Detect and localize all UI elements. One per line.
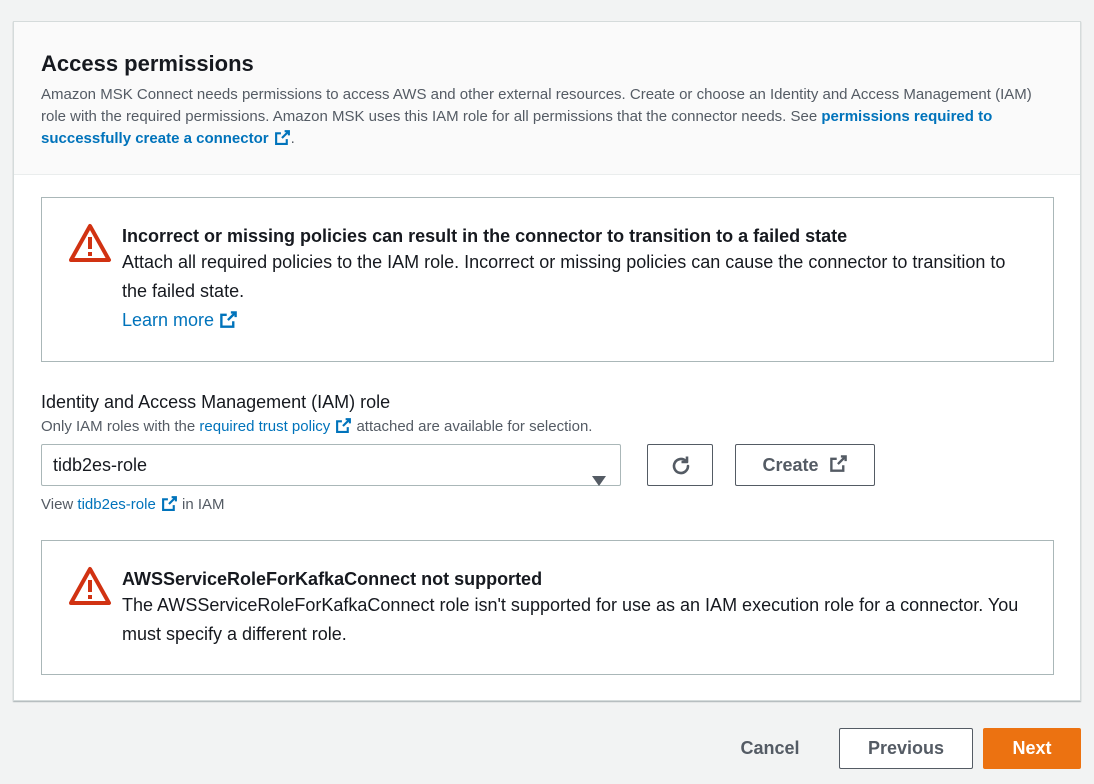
view-role-help: View tidb2es-role in IAM: [41, 494, 225, 519]
external-link-icon: [274, 129, 291, 153]
refresh-button[interactable]: [647, 444, 713, 486]
external-link-icon: [161, 495, 178, 519]
learn-more-link[interactable]: Learn more: [122, 306, 238, 338]
external-link-icon: [219, 309, 238, 338]
policies-alert-title: Incorrect or missing policies can result…: [122, 226, 848, 246]
service-role-alert-body: AWSServiceRoleForKafkaConnect not suppor…: [122, 567, 1033, 649]
panel-title: Access permissions: [41, 51, 254, 76]
view-role-suffix: in IAM: [181, 496, 225, 513]
policies-warning-alert: Incorrect or missing policies can result…: [41, 197, 1054, 362]
service-role-warning-alert: AWSServiceRoleForKafkaConnect not suppor…: [41, 540, 1054, 675]
iam-role-description: Only IAM roles with the required trust p…: [41, 416, 1041, 441]
view-role-link-label: tidb2es-role: [77, 496, 156, 513]
iam-role-field: Identity and Access Management (IAM) rol…: [41, 390, 1041, 513]
previous-button[interactable]: Previous: [839, 728, 973, 769]
trust-policy-link-label: required trust policy: [199, 418, 331, 435]
policies-alert-text: Attach all required policies to the IAM …: [122, 252, 1006, 301]
refresh-icon: [672, 456, 690, 475]
panel-description-suffix: .: [290, 130, 295, 147]
warning-icon: [68, 223, 112, 268]
policies-alert-body: Incorrect or missing policies can result…: [122, 224, 1033, 338]
view-role-link[interactable]: tidb2es-role: [77, 496, 177, 513]
iam-role-desc-text: Only IAM roles with the: [41, 418, 200, 435]
warning-icon: [68, 566, 112, 611]
cancel-button[interactable]: Cancel: [720, 728, 820, 769]
panel-header: Access permissions Amazon MSK Connect ne…: [14, 22, 1080, 175]
create-role-label: Create: [762, 455, 819, 475]
iam-role-label: Identity and Access Management (IAM) rol…: [41, 392, 391, 412]
iam-role-selected-value: tidb2es-role: [53, 455, 148, 475]
external-link-icon: [335, 417, 352, 441]
external-link-icon: [829, 447, 848, 487]
create-role-button[interactable]: Create: [735, 444, 875, 486]
next-button[interactable]: Next: [983, 728, 1081, 769]
panel-description: Amazon MSK Connect needs permissions to …: [41, 84, 1053, 153]
service-role-alert-text: The AWSServiceRoleForKafkaConnect role i…: [122, 595, 1019, 644]
trust-policy-link[interactable]: required trust policy: [199, 418, 352, 435]
service-role-alert-title: AWSServiceRoleForKafkaConnect not suppor…: [122, 569, 543, 589]
view-role-prefix: View: [41, 496, 78, 513]
learn-more-label: Learn more: [122, 310, 215, 330]
access-permissions-panel: Access permissions Amazon MSK Connect ne…: [13, 21, 1081, 701]
iam-role-desc-suffix: attached are available for selection.: [356, 418, 593, 435]
caret-down-icon: [592, 460, 606, 500]
iam-role-select[interactable]: tidb2es-role: [41, 444, 621, 486]
